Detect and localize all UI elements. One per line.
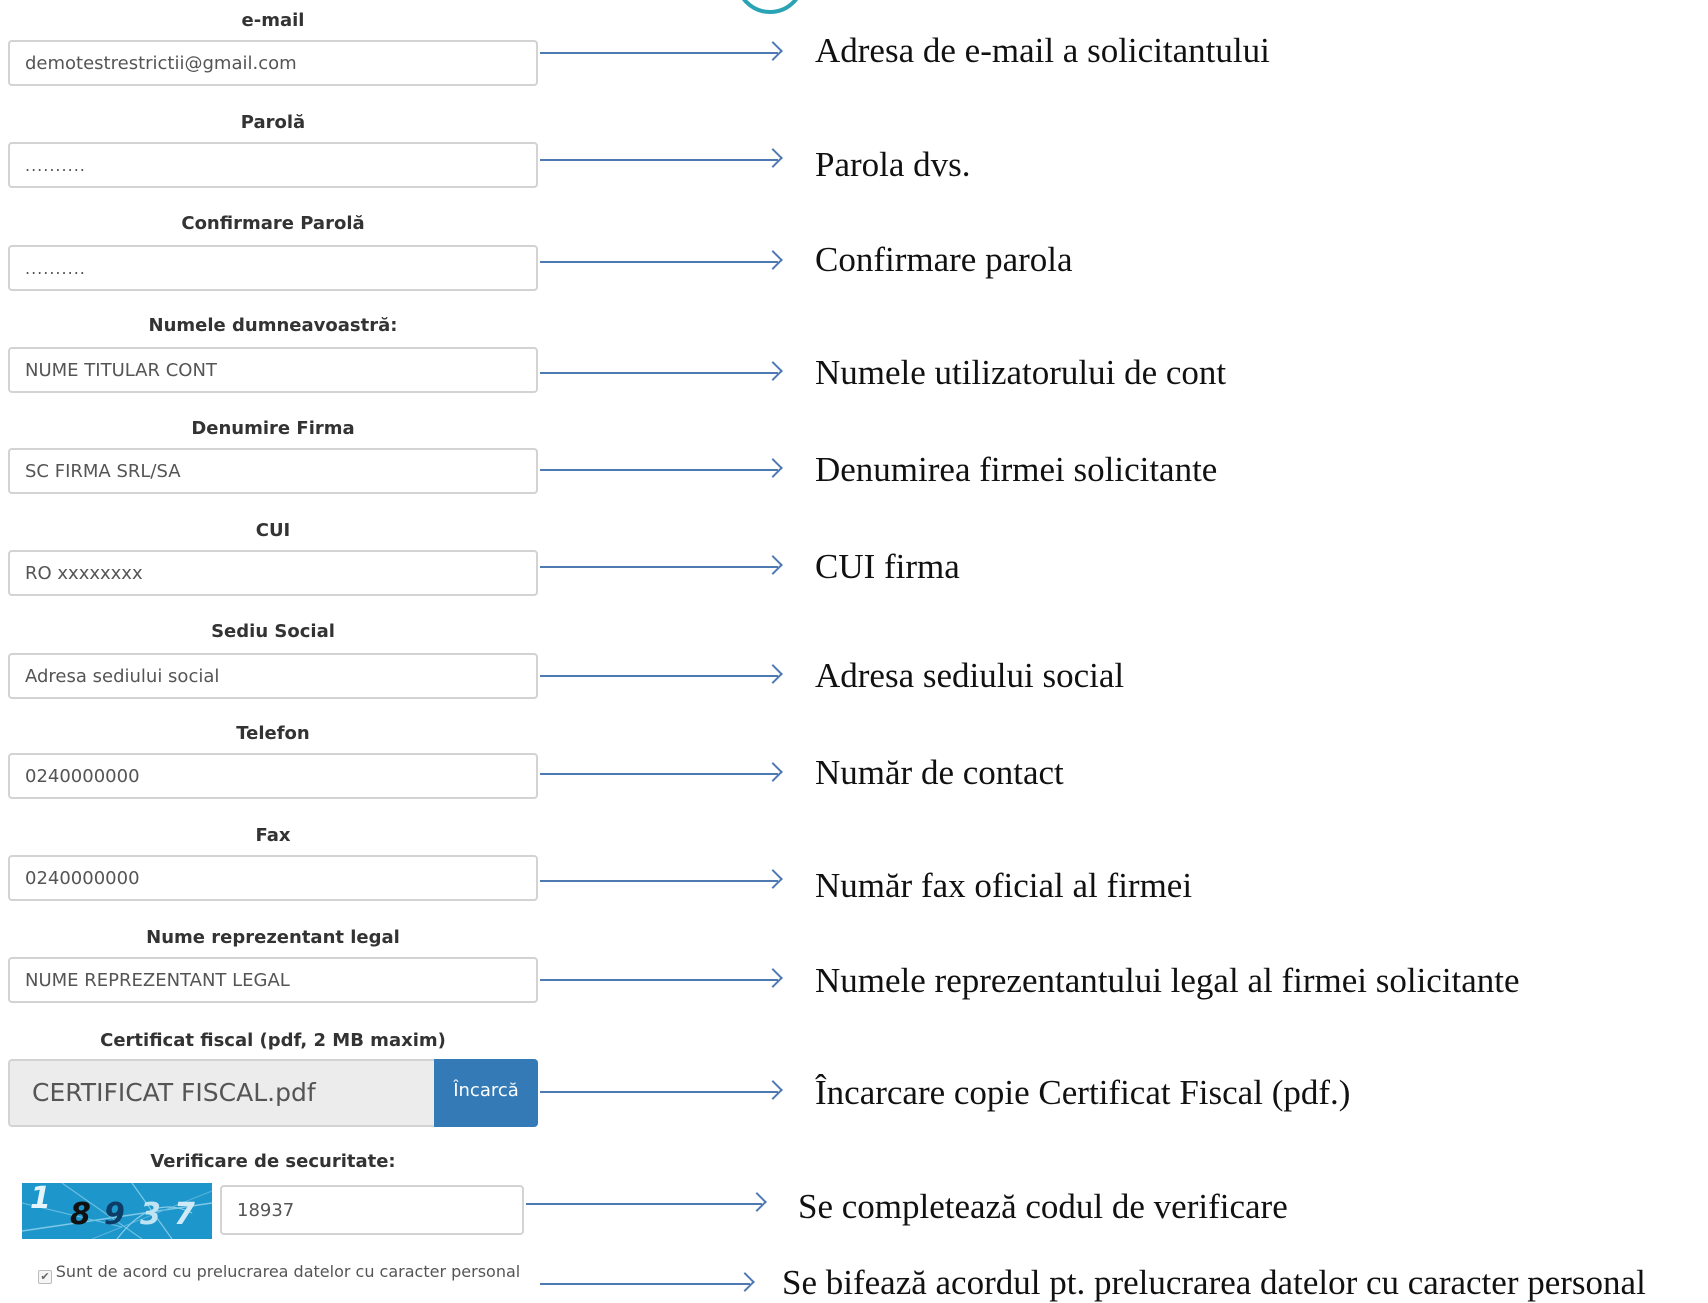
arrow-email [540,41,783,61]
email-note: Adresa de e-mail a solicitantului [815,31,1270,70]
cui-field[interactable]: RO xxxxxxxx [8,550,538,596]
name-field[interactable]: NUME TITULAR CONT [8,347,538,393]
fax-field[interactable]: 0240000000 [8,855,538,901]
name-note: Numele utilizatorului de cont [815,353,1227,392]
name-label: Numele dumneavoastră: [148,315,398,336]
arrow-confirm-password [540,250,783,270]
arrow-cui [540,555,783,575]
captcha-digit-5: 7 [174,1197,195,1232]
confirm-password-note: Confirmare parola [815,240,1073,279]
arrow-password [540,148,783,168]
arrow-legal-rep [540,968,783,988]
password-label: Parolă [240,112,306,133]
captcha-image: 1 8 9 3 7 [22,1183,212,1239]
phone-field[interactable]: 0240000000 [8,753,538,799]
fax-label: Fax [255,825,291,846]
captcha-digit-2: 8 [70,1197,91,1232]
certificate-upload[interactable]: CERTIFICAT FISCAL.pdf Încarcă [8,1059,538,1127]
arrow-name [540,361,783,381]
arrow-company [540,458,783,478]
security-label: Verificare de securitate: [150,1151,396,1172]
arrow-security [526,1192,767,1212]
password-field[interactable]: .......... [8,142,538,188]
email-field[interactable]: demotestrestrictii@gmail.com [8,40,538,86]
certificate-file-name: CERTIFICAT FISCAL.pdf [32,1078,316,1107]
upload-button[interactable]: Încarcă [434,1059,538,1127]
password-note: Parola dvs. [815,145,971,184]
certificate-note: Încarcare copie Certificat Fiscal (pdf.) [815,1073,1351,1112]
security-note: Se completează codul de verificare [798,1187,1288,1226]
captcha-digit-4: 3 [140,1197,161,1232]
company-field[interactable]: SC FIRMA SRL/SA [8,448,538,494]
decorative-circle [735,0,805,14]
arrow-certificate [540,1080,783,1100]
consent-text: Sunt de acord cu prelucrarea datelor cu … [55,1262,521,1281]
confirm-password-field[interactable]: .......... [8,245,538,291]
address-field[interactable]: Adresa sediului social [8,653,538,699]
consent-note: Se bifează acordul pt. prelucrarea datel… [782,1263,1646,1302]
phone-note: Număr de contact [815,753,1064,792]
arrow-phone [540,762,783,782]
address-note: Adresa sediului social [815,656,1125,695]
confirm-password-label: Confirmare Parolă [181,213,365,234]
arrow-consent [540,1272,755,1292]
certificate-label: Certificat fiscal (pdf, 2 MB maxim) [100,1030,446,1051]
address-label: Sediu Social [211,621,335,642]
fax-note: Număr fax oficial al firmei [815,866,1193,905]
email-label: e-mail [241,10,305,31]
company-label: Denumire Firma [191,418,355,439]
legal-rep-field[interactable]: NUME REPREZENTANT LEGAL [8,957,538,1003]
company-note: Denumirea firmei solicitante [815,450,1218,489]
cui-note: CUI firma [815,547,960,586]
legal-rep-label: Nume reprezentant legal [146,927,400,948]
captcha-digit-1: 1 [30,1183,51,1216]
security-code-field[interactable]: 18937 [220,1185,524,1235]
captcha-digit-3: 9 [104,1197,125,1232]
arrow-fax [540,869,783,889]
arrow-address [540,664,783,684]
legal-rep-note: Numele reprezentantului legal al firmei … [815,961,1520,1000]
cui-label: CUI [255,520,291,541]
phone-label: Telefon [236,723,310,744]
